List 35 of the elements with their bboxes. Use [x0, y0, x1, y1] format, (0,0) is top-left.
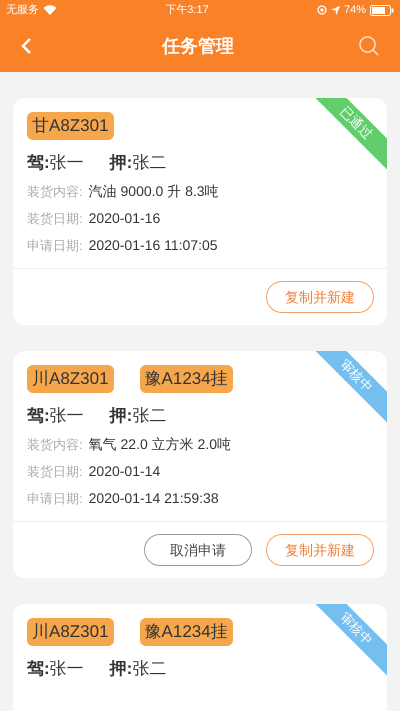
field-label: 申请日期:	[27, 237, 83, 255]
driver-name: 驾:张一	[27, 152, 84, 174]
field-value: 汽油 9000.0 升 8.3吨	[88, 182, 219, 201]
field-label: 装货日期:	[27, 210, 83, 228]
plate-tag: 甘A8Z301	[27, 112, 114, 140]
field-value: 2020-01-16	[88, 209, 160, 228]
escort-name: 押:张二	[110, 152, 166, 174]
driver-name: 驾:张一	[27, 658, 84, 680]
plate-tag: 豫A1234挂	[140, 365, 233, 392]
field-value: 2020-01-16 11:07:05	[88, 236, 218, 255]
plate-tag: 川A8Z301	[27, 365, 114, 392]
search-button[interactable]	[358, 35, 380, 57]
action-button[interactable]: 复制并新建	[266, 281, 374, 313]
action-button[interactable]: 取消申请	[144, 534, 252, 566]
action-button[interactable]: 复制并新建	[266, 534, 374, 566]
field-label: 装货日期:	[27, 463, 83, 481]
wifi-icon	[43, 5, 57, 15]
field-value: 氧气 22.0 立方米 2.0吨	[88, 435, 232, 454]
driver-name: 驾:张一	[27, 404, 84, 426]
battery-icon	[370, 4, 394, 16]
escort-name: 押:张二	[110, 658, 166, 680]
field-value: 2020-01-14 21:59:38	[88, 489, 219, 508]
lock-rotation-icon	[316, 5, 327, 15]
carrier-text: 无服务	[6, 2, 39, 18]
field-label: 装货内容:	[27, 183, 83, 201]
plate-tag: 豫A1234挂	[140, 618, 233, 646]
field-value: 2020-01-14	[88, 462, 160, 481]
plate-tag: 川A8Z301	[27, 618, 114, 646]
location-icon	[330, 6, 340, 14]
field-label: 申请日期:	[27, 490, 83, 508]
battery-text: 74%	[344, 2, 366, 18]
page-title: 任务管理	[162, 34, 234, 58]
escort-name: 押:张二	[110, 404, 166, 426]
time-text: 下午3:17	[165, 2, 209, 18]
field-label: 装货内容:	[27, 436, 83, 454]
